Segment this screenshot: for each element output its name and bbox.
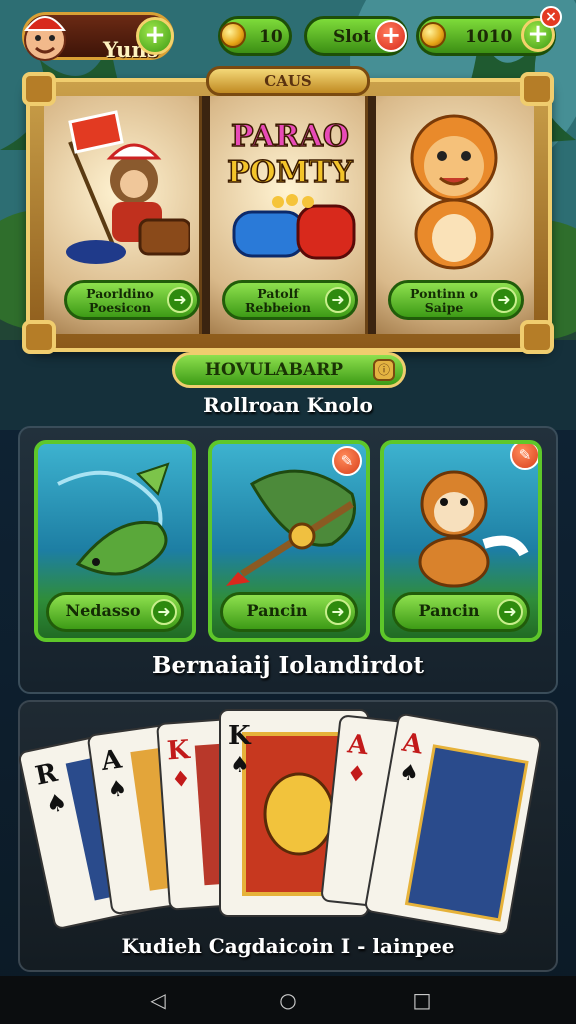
fishing-game-card-3[interactable]: ✎ Pancin ➜ — [380, 440, 542, 642]
slot-2-label-line2: Rebbeion — [245, 300, 311, 315]
coin-count: 10 — [259, 27, 283, 47]
player-avatar-icon[interactable] — [18, 8, 72, 64]
slot-2-play-button[interactable]: Patolf Rebbeion ➜ — [222, 280, 358, 320]
arrow-right-icon: ➜ — [151, 599, 177, 625]
slot-1-play-button[interactable]: Paorldino Poesicon ➜ — [64, 280, 200, 320]
arrow-right-icon: ➜ — [491, 287, 517, 313]
top-bar: Yuns + 10 Slot + 1010 + × — [0, 0, 576, 70]
frame-corner-ornament — [520, 72, 554, 106]
slot-3-label-line2: Saipe — [424, 300, 464, 315]
slot-2-label: Patolf Rebbeion — [235, 287, 321, 315]
android-navigation-bar: ◁ ○ □ — [0, 976, 576, 1024]
lion-cub-icon — [410, 114, 498, 270]
monkey-drummer-icon — [66, 110, 190, 264]
arrow-right-icon: ➜ — [497, 599, 523, 625]
svg-text:♦: ♦ — [345, 761, 367, 788]
fishing-game-card-1[interactable]: Nedasso ➜ — [34, 440, 196, 642]
green-fish-icon — [57, 462, 170, 576]
slot-add-button[interactable]: + — [375, 20, 407, 52]
card-rank-3: K — [166, 735, 192, 767]
slot-1-label: Paorldino Poesicon — [77, 287, 163, 315]
slot-3-label: Pontinn o Saipe — [401, 287, 487, 315]
recents-icon[interactable]: □ — [408, 986, 436, 1014]
featured-frame-badge: CAUS — [206, 66, 370, 96]
fishing-game-2-label: Pancin — [246, 601, 308, 620]
close-notification-icon[interactable]: × — [540, 6, 562, 28]
home-icon[interactable]: ○ — [274, 986, 302, 1014]
fishing-game-card-2[interactable]: ✎ Pancin ➜ — [208, 440, 370, 642]
logo-text-top: PARAO — [231, 119, 349, 154]
playing-cards-fan[interactable]: R ♠ A ♠ K ♦ K ♠ A ♦ A ♠ — [0, 680, 576, 960]
fishing-game-1-label: Nedasso — [65, 601, 141, 620]
arrow-right-icon: ➜ — [325, 599, 351, 625]
add-profile-button[interactable]: + — [136, 17, 174, 55]
fishing-game-2-play-button[interactable]: Pancin ➜ — [220, 592, 358, 632]
card-rank-4: K — [228, 721, 252, 751]
featured-subtitle: Rollroan Knolo — [203, 393, 373, 417]
slot-1-label-line1: Paorldino — [86, 286, 154, 301]
frame-corner-ornament — [22, 320, 56, 354]
fishing-game-3-play-button[interactable]: Pancin ➜ — [392, 592, 530, 632]
info-icon[interactable]: ⓘ — [373, 359, 395, 381]
favorite-badge-icon[interactable]: ✎ — [332, 446, 362, 476]
coin-icon — [220, 22, 246, 48]
svg-text:♠: ♠ — [106, 776, 129, 804]
frame-corner-ornament — [520, 320, 554, 354]
slot-shortcut-label: Slot — [333, 27, 371, 47]
fishing-section-title: Bernaiaij Iolandirdot — [152, 652, 424, 679]
slot-3-label-line1: Pontinn o — [410, 286, 478, 301]
back-icon[interactable]: ◁ — [144, 986, 172, 1014]
featured-title-button[interactable]: HOVULABARP ⓘ — [172, 352, 406, 388]
svg-text:♠: ♠ — [230, 753, 250, 778]
card-rank-5: A — [345, 729, 370, 761]
game-logo-icon: PARAO POMTY — [226, 118, 356, 260]
arrow-right-icon: ➜ — [167, 287, 193, 313]
arrow-right-icon: ➜ — [325, 287, 351, 313]
fishing-game-1-play-button[interactable]: Nedasso ➜ — [46, 592, 184, 632]
slot-2-label-line1: Patolf — [257, 286, 299, 301]
slot-1-label-line2: Poesicon — [88, 300, 152, 315]
card-games-caption: Kudieh Cagdaicoin I - lainpee — [121, 934, 455, 958]
gem-icon — [420, 22, 446, 48]
slot-3-play-button[interactable]: Pontinn o Saipe ➜ — [388, 280, 524, 320]
svg-text:♦: ♦ — [170, 767, 191, 793]
frame-corner-ornament — [22, 72, 56, 106]
gem-count: 1010 — [465, 27, 513, 47]
fishing-game-3-label: Pancin — [418, 601, 480, 620]
featured-slot-machine: PARAO POMTY Paorldino Poesicon ➜ Patolf … — [26, 78, 552, 352]
featured-title-label: HOVULABARP — [204, 360, 344, 380]
logo-text-bottom: POMTY — [227, 155, 353, 190]
favorite-badge-icon[interactable]: ✎ — [510, 444, 538, 470]
